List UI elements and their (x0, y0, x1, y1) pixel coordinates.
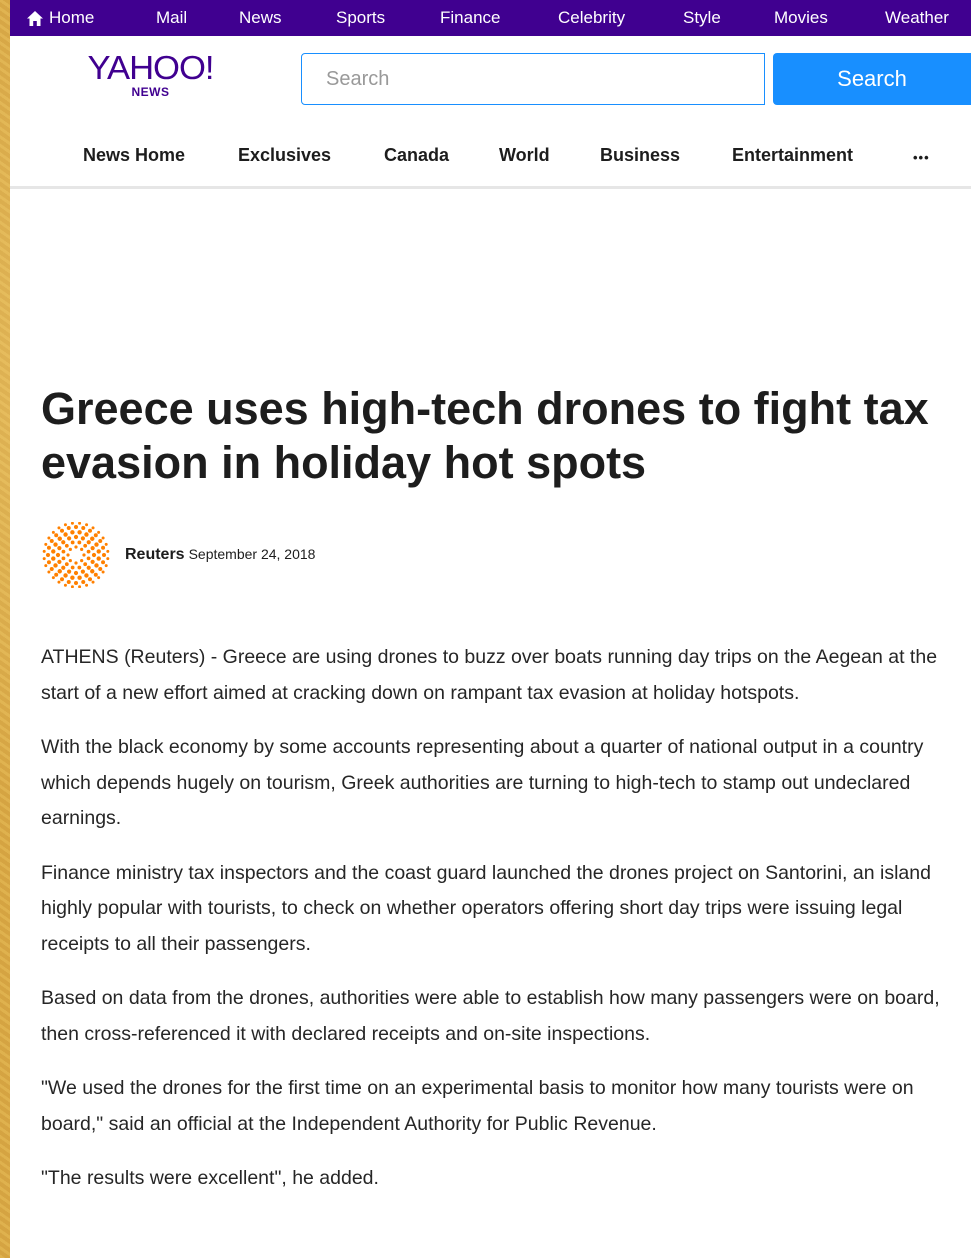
topnav-item-mail[interactable]: Mail (156, 0, 187, 36)
article-paragraph: ATHENS (Reuters) - Greece are using dron… (41, 646, 938, 704)
byline-text: Reuters September 24, 2018 (125, 546, 315, 564)
article-headline: Greece uses high-tech drones to fight ta… (41, 383, 929, 488)
top-nav-bar: Home Mail News Sports Finance Celebrity … (10, 0, 971, 36)
subnav-item-news-home[interactable]: News Home (83, 144, 185, 166)
topnav-item-celebrity[interactable]: Celebrity (558, 0, 625, 36)
topnav-item-style[interactable]: Style (683, 0, 721, 36)
subnav-item-canada[interactable]: Canada (384, 144, 449, 166)
topnav-item-news[interactable]: News (239, 0, 282, 36)
topnav-item-sports[interactable]: Sports (336, 0, 385, 36)
subnav-item-exclusives[interactable]: Exclusives (238, 144, 331, 166)
logo-subtitle: NEWS (131, 85, 170, 99)
article-body: ATHENS (Reuters) - Greece are using dron… (41, 640, 946, 1216)
topnav-item-movies[interactable]: Movies (774, 0, 828, 36)
subnav-item-business[interactable]: Business (600, 144, 680, 166)
article-paragraph: Finance ministry tax inspectors and the … (41, 861, 931, 955)
subnav-item-world[interactable]: World (499, 144, 550, 166)
article-paragraph: Based on data from the drones, authoriti… (41, 987, 940, 1045)
logo-wordmark: YAHOO! (87, 49, 215, 86)
reuters-logo-icon[interactable] (41, 522, 111, 588)
topnav-item-finance[interactable]: Finance (440, 0, 500, 36)
topnav-item-home[interactable]: Home (27, 0, 94, 36)
search-button[interactable]: Search (773, 53, 971, 105)
byline-date: September 24, 2018 (188, 546, 316, 562)
page: Home Mail News Sports Finance Celebrity … (10, 0, 971, 1258)
subnav-item-entertainment[interactable]: Entertainment (732, 144, 853, 166)
article-paragraph: "We used the drones for the first time o… (41, 1077, 914, 1135)
yahoo-news-logo[interactable]: YAHOO! NEWS (78, 50, 223, 102)
topnav-item-weather[interactable]: Weather (885, 0, 949, 36)
article-paragraph: "The results were excellent", he added. (41, 1167, 379, 1189)
home-icon (27, 10, 43, 26)
article-byline: Reuters September 24, 2018 (41, 522, 315, 588)
search-input[interactable] (301, 53, 765, 105)
subnav-divider (10, 186, 971, 189)
byline-provider[interactable]: Reuters (125, 546, 185, 563)
more-menu-button[interactable]: ••• (913, 147, 930, 169)
article-paragraph: With the black economy by some accounts … (41, 736, 924, 829)
topnav-label: Home (49, 8, 95, 27)
